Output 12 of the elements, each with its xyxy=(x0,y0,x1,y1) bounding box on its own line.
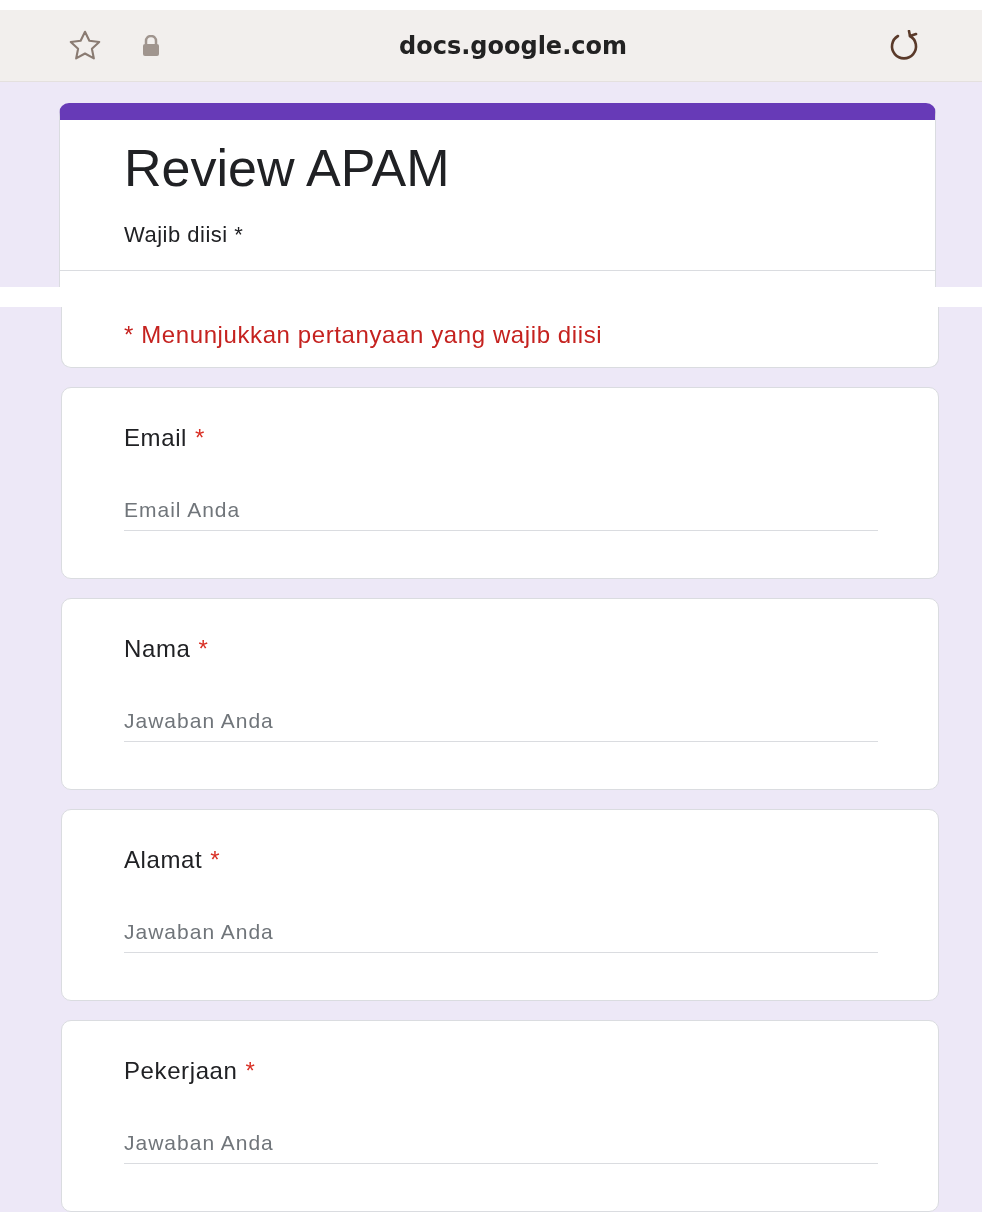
answer-field[interactable]: Email Anda xyxy=(124,498,878,531)
question-label: Alamat * xyxy=(124,846,222,874)
question-label: Nama * xyxy=(124,635,210,663)
question-label: Email * xyxy=(124,424,206,452)
required-label: Wajib diisi * xyxy=(124,222,245,248)
required-notice: * Menunjukkan pertanyaan yang wajib diisi xyxy=(124,321,604,349)
answer-field[interactable]: Jawaban Anda xyxy=(124,920,878,953)
answer-field[interactable]: Jawaban Anda xyxy=(124,709,878,742)
answer-field[interactable]: Jawaban Anda xyxy=(124,1131,878,1164)
lock-icon xyxy=(142,34,160,57)
form-title: Review APAM xyxy=(124,138,451,198)
question-label: Pekerjaan * xyxy=(124,1057,257,1085)
